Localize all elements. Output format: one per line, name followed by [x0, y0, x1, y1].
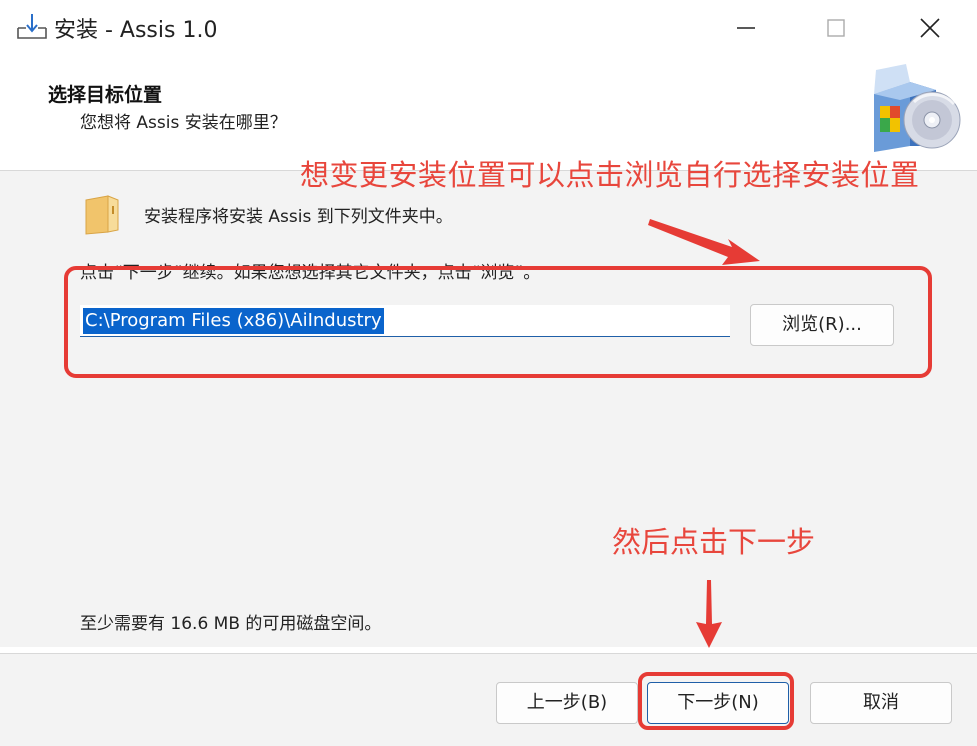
close-button[interactable]	[900, 4, 960, 50]
back-button[interactable]: 上一步(B)	[496, 682, 638, 724]
wizard-body	[0, 171, 977, 647]
annotation-top-text: 想变更安装位置可以点击浏览自行选择安装位置	[300, 158, 920, 192]
minimize-icon	[737, 27, 755, 29]
cancel-button[interactable]: 取消	[810, 682, 952, 724]
install-icon	[16, 12, 48, 40]
window-title: 安装 - Assis 1.0	[54, 18, 218, 43]
annotation-highlight-path	[64, 266, 932, 378]
annotation-arrow-icon	[648, 219, 760, 265]
installer-window: 安装 - Assis 1.0 选择目标位置 您想将 Assis 安装在哪里？ 想…	[0, 0, 977, 746]
maximize-button[interactable]	[806, 4, 866, 50]
setup-box-disc-icon	[866, 60, 966, 154]
maximize-icon	[827, 19, 845, 37]
annotation-arrow-down-icon	[696, 580, 722, 648]
install-info-text: 安装程序将安装 Assis 到下列文件夹中。	[144, 207, 453, 227]
minimize-button[interactable]	[716, 4, 776, 50]
page-subtitle: 您想将 Assis 安装在哪里？	[80, 113, 287, 133]
folder-icon	[82, 194, 122, 236]
close-icon	[920, 18, 940, 38]
title-bar: 安装 - Assis 1.0	[0, 0, 977, 54]
disk-space-text: 至少需要有 16.6 MB 的可用磁盘空间。	[80, 614, 382, 634]
page-title: 选择目标位置	[48, 84, 163, 106]
annotation-highlight-next	[638, 672, 794, 730]
annotation-bottom-text: 然后点击下一步	[612, 525, 816, 559]
